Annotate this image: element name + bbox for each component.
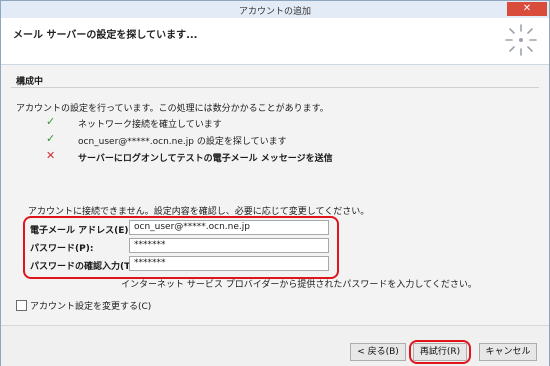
password-confirm-label: パスワードの確認入力(T):	[30, 262, 138, 272]
password-label: パスワード(P):	[30, 244, 94, 254]
title-bar: アカウントの追加 ✕	[1, 1, 549, 19]
retry-button[interactable]: 再試行(R)	[413, 343, 467, 361]
step-label: サーバーにログオンしてテストの電子メール メッセージを送信	[78, 154, 333, 164]
intro-text: アカウントの設定を行っています。この処理には数分かかることがあります。	[16, 104, 329, 114]
password-field[interactable]: *******	[129, 238, 329, 253]
step-label: ネットワーク接続を確立しています	[78, 120, 222, 130]
checkbox-box[interactable]	[16, 300, 27, 311]
check-icon: ✓	[46, 132, 56, 145]
page-title: メール サーバーの設定を探しています...	[13, 30, 198, 41]
cancel-button[interactable]: キャンセル	[479, 343, 537, 361]
section-divider	[11, 87, 539, 88]
back-button[interactable]: < 戻る(B)	[350, 343, 406, 361]
main-content: 構成中 アカウントの設定を行っています。この処理には数分かかることがあります。 …	[1, 65, 549, 325]
checkbox-label: アカウント設定を変更する(C)	[30, 302, 152, 312]
error-x-icon: ✕	[46, 149, 56, 162]
email-label: 電子メール アドレス(E):	[30, 226, 133, 236]
section-title: 構成中	[16, 77, 44, 87]
close-button[interactable]: ✕	[507, 2, 547, 16]
email-field[interactable]: ocn_user@*****.ocn.ne.jp	[129, 220, 329, 235]
wizard-header: メール サーバーの設定を探しています...	[1, 18, 549, 65]
add-account-dialog: アカウントの追加 ✕ メール サーバーの設定を探しています... 構成中 アカウ…	[0, 0, 550, 366]
password-confirm-field[interactable]: *******	[129, 256, 329, 271]
step-label: ocn_user@*****.ocn.ne.jp の設定を探しています	[78, 137, 287, 147]
password-help-text: インターネット サービス プロバイダーから提供されたパスワードを入力してください…	[121, 280, 477, 290]
check-icon: ✓	[46, 115, 56, 128]
button-bar: < 戻る(B) 再試行(R) キャンセル	[1, 325, 549, 366]
busy-spinner-icon	[505, 24, 537, 56]
window-title: アカウントの追加	[238, 7, 311, 17]
